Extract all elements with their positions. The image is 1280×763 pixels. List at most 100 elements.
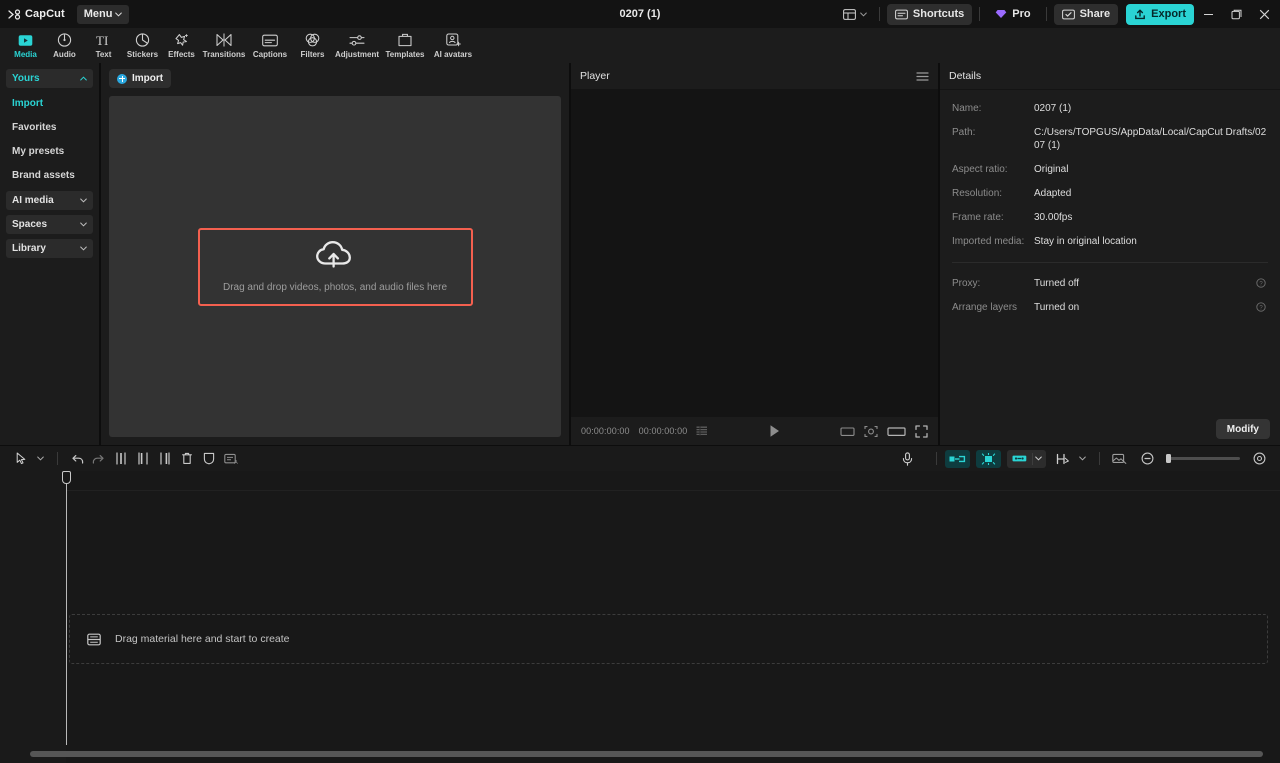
delete-button[interactable] — [176, 448, 198, 470]
sidebar-group-yours-label: Yours — [12, 73, 40, 84]
app-brand-name: CapCut — [25, 8, 65, 20]
sidebar-group-library[interactable]: Library — [6, 239, 93, 258]
details-row-proxy: Proxy: Turned off ? — [952, 277, 1268, 290]
details-row-imported-media: Imported media: Stay in original locatio… — [952, 235, 1268, 248]
auto-caption-button[interactable]: A — [220, 448, 242, 470]
details-value: Adapted — [1034, 188, 1072, 199]
select-tool-button[interactable] — [10, 448, 32, 470]
chevron-down-icon — [80, 198, 87, 203]
zoom-out-button[interactable] — [1136, 448, 1158, 470]
trim-right-button[interactable] — [154, 448, 176, 470]
crop-icon[interactable] — [864, 425, 878, 438]
redo-button[interactable] — [88, 448, 110, 470]
playhead-handle[interactable] — [62, 471, 71, 484]
record-voiceover-button[interactable] — [896, 448, 918, 470]
cover-button[interactable] — [1108, 448, 1130, 470]
undo-button[interactable] — [66, 448, 88, 470]
trim-left-button[interactable] — [132, 448, 154, 470]
details-title: Details — [949, 70, 982, 82]
sidebar-item-my-presets[interactable]: My presets — [6, 141, 93, 161]
tab-stickers[interactable]: Stickers — [123, 28, 162, 63]
menu-button[interactable]: Menu — [76, 4, 130, 24]
play-icon[interactable] — [768, 424, 781, 438]
snap-center-button[interactable] — [976, 449, 1001, 468]
fullscreen-icon[interactable] — [915, 424, 928, 438]
adjust-clip-icon — [1056, 453, 1071, 465]
split-button[interactable] — [110, 448, 132, 470]
tab-effects-label: Effects — [168, 49, 195, 59]
modify-button[interactable]: Modify — [1215, 419, 1270, 439]
timeline-zoom-knob[interactable] — [1166, 454, 1171, 463]
ratio-icon[interactable] — [840, 426, 855, 437]
details-row-aspect-ratio: Aspect ratio: Original — [952, 163, 1268, 176]
details-value: Turned off — [1034, 278, 1080, 289]
timeline-playhead[interactable] — [62, 471, 71, 745]
share-button[interactable]: Share — [1053, 3, 1119, 25]
sidebar-group-ai-media[interactable]: AI media — [6, 191, 93, 210]
divider — [979, 7, 981, 21]
tab-transitions[interactable]: Transitions — [201, 28, 247, 63]
media-dropzone[interactable]: Drag and drop videos, photos, and audio … — [197, 227, 473, 306]
player-canvas[interactable] — [571, 90, 938, 417]
timeline-dropzone[interactable]: Drag material here and start to create — [69, 614, 1268, 664]
sidebar-group-spaces[interactable]: Spaces — [6, 215, 93, 234]
tab-audio[interactable]: Audio — [45, 28, 84, 63]
details-value: Turned on — [1034, 302, 1080, 313]
sidebar-item-brand-assets-label: Brand assets — [12, 169, 75, 181]
adjust-clip-button[interactable] — [1052, 448, 1074, 470]
mirror-button[interactable] — [198, 448, 220, 470]
zoom-in-button[interactable] — [1248, 448, 1270, 470]
timeline-scrollbar-thumb[interactable] — [30, 751, 1263, 757]
snap-link-dropdown[interactable] — [1032, 452, 1046, 465]
tab-text[interactable]: TI Text — [84, 28, 123, 63]
tab-effects[interactable]: Effects — [162, 28, 201, 63]
tab-adjustment[interactable]: Adjustment — [332, 28, 382, 63]
tab-media[interactable]: Media — [6, 28, 45, 63]
media-placeholder-icon — [87, 633, 101, 646]
timeline-ruler[interactable] — [66, 471, 1280, 491]
export-button[interactable]: Export — [1126, 3, 1194, 25]
pro-button[interactable]: Pro — [987, 4, 1038, 25]
timeline[interactable]: Drag material here and start to create — [0, 471, 1280, 763]
sidebar-item-brand-assets[interactable]: Brand assets — [6, 165, 93, 185]
tab-text-label: Text — [95, 49, 112, 59]
snap-left-button[interactable] — [945, 449, 970, 468]
tab-transitions-label: Transitions — [202, 49, 246, 59]
details-label: Aspect ratio: — [952, 164, 1008, 175]
sidebar-item-favorites[interactable]: Favorites — [6, 117, 93, 137]
select-tool-dropdown[interactable] — [32, 448, 49, 470]
tab-templates-label: Templates — [385, 49, 425, 59]
tab-filters[interactable]: Filters — [293, 28, 332, 63]
shortcuts-button[interactable]: Shortcuts — [886, 3, 973, 25]
snap-link-button[interactable] — [1007, 454, 1032, 463]
sidebar-group-yours[interactable]: Yours — [6, 69, 93, 88]
app-brand: CapCut — [0, 8, 65, 20]
help-icon[interactable]: ? — [1256, 302, 1266, 312]
media-library-stage: Drag and drop videos, photos, and audio … — [109, 96, 561, 437]
sidebar-item-import[interactable]: Import — [6, 93, 93, 113]
chevron-down-icon — [37, 456, 44, 461]
tab-media-label: Media — [14, 49, 37, 59]
maximize-button[interactable] — [1222, 0, 1250, 28]
hamburger-icon[interactable] — [916, 71, 929, 82]
share-label: Share — [1079, 8, 1111, 20]
chevron-down-icon — [115, 12, 123, 17]
timeline-tools-right — [896, 448, 1270, 470]
tab-templates[interactable]: Templates — [382, 28, 428, 63]
menu-button-label: Menu — [83, 8, 113, 20]
minimize-icon — [1203, 9, 1214, 20]
layout-button[interactable] — [838, 6, 872, 23]
import-button[interactable]: Import — [109, 69, 172, 88]
widescreen-icon[interactable] — [887, 426, 906, 437]
tab-captions[interactable]: Captions — [247, 28, 293, 63]
adjust-clip-dropdown[interactable] — [1074, 448, 1091, 470]
chevron-down-icon — [80, 246, 87, 251]
minimize-button[interactable] — [1194, 0, 1222, 28]
timecode-list-icon[interactable] — [696, 426, 708, 436]
close-button[interactable] — [1250, 0, 1278, 28]
magnet-icon — [980, 452, 997, 465]
help-icon[interactable]: ? — [1256, 278, 1266, 288]
tab-ai-avatars[interactable]: AI avatars — [428, 28, 478, 63]
timeline-zoom-slider[interactable] — [1166, 454, 1240, 463]
timeline-scrollbar[interactable] — [0, 749, 1280, 759]
